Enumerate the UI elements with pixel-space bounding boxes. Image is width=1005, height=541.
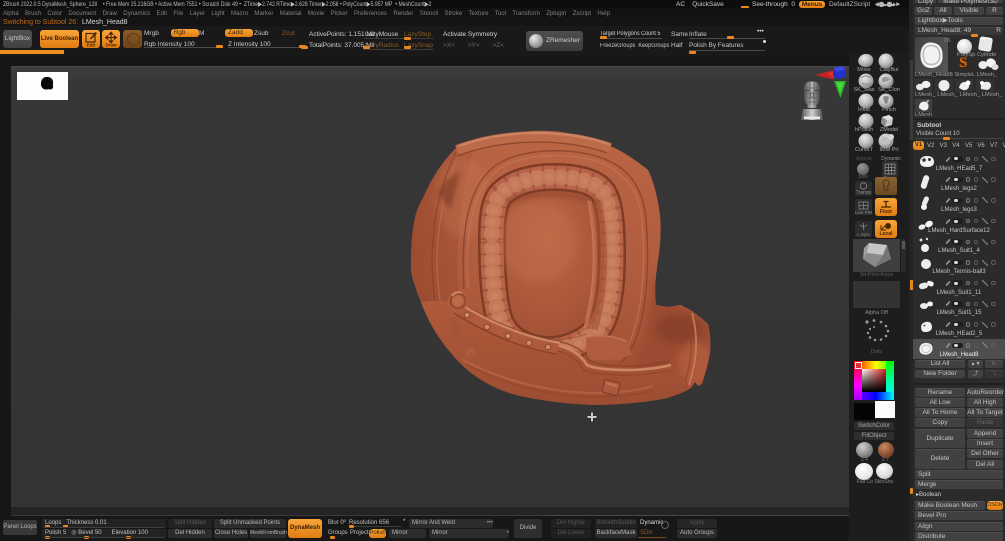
svg-text:Edit: Edit — [86, 42, 95, 47]
svg-text:Draw: Draw — [105, 42, 117, 47]
